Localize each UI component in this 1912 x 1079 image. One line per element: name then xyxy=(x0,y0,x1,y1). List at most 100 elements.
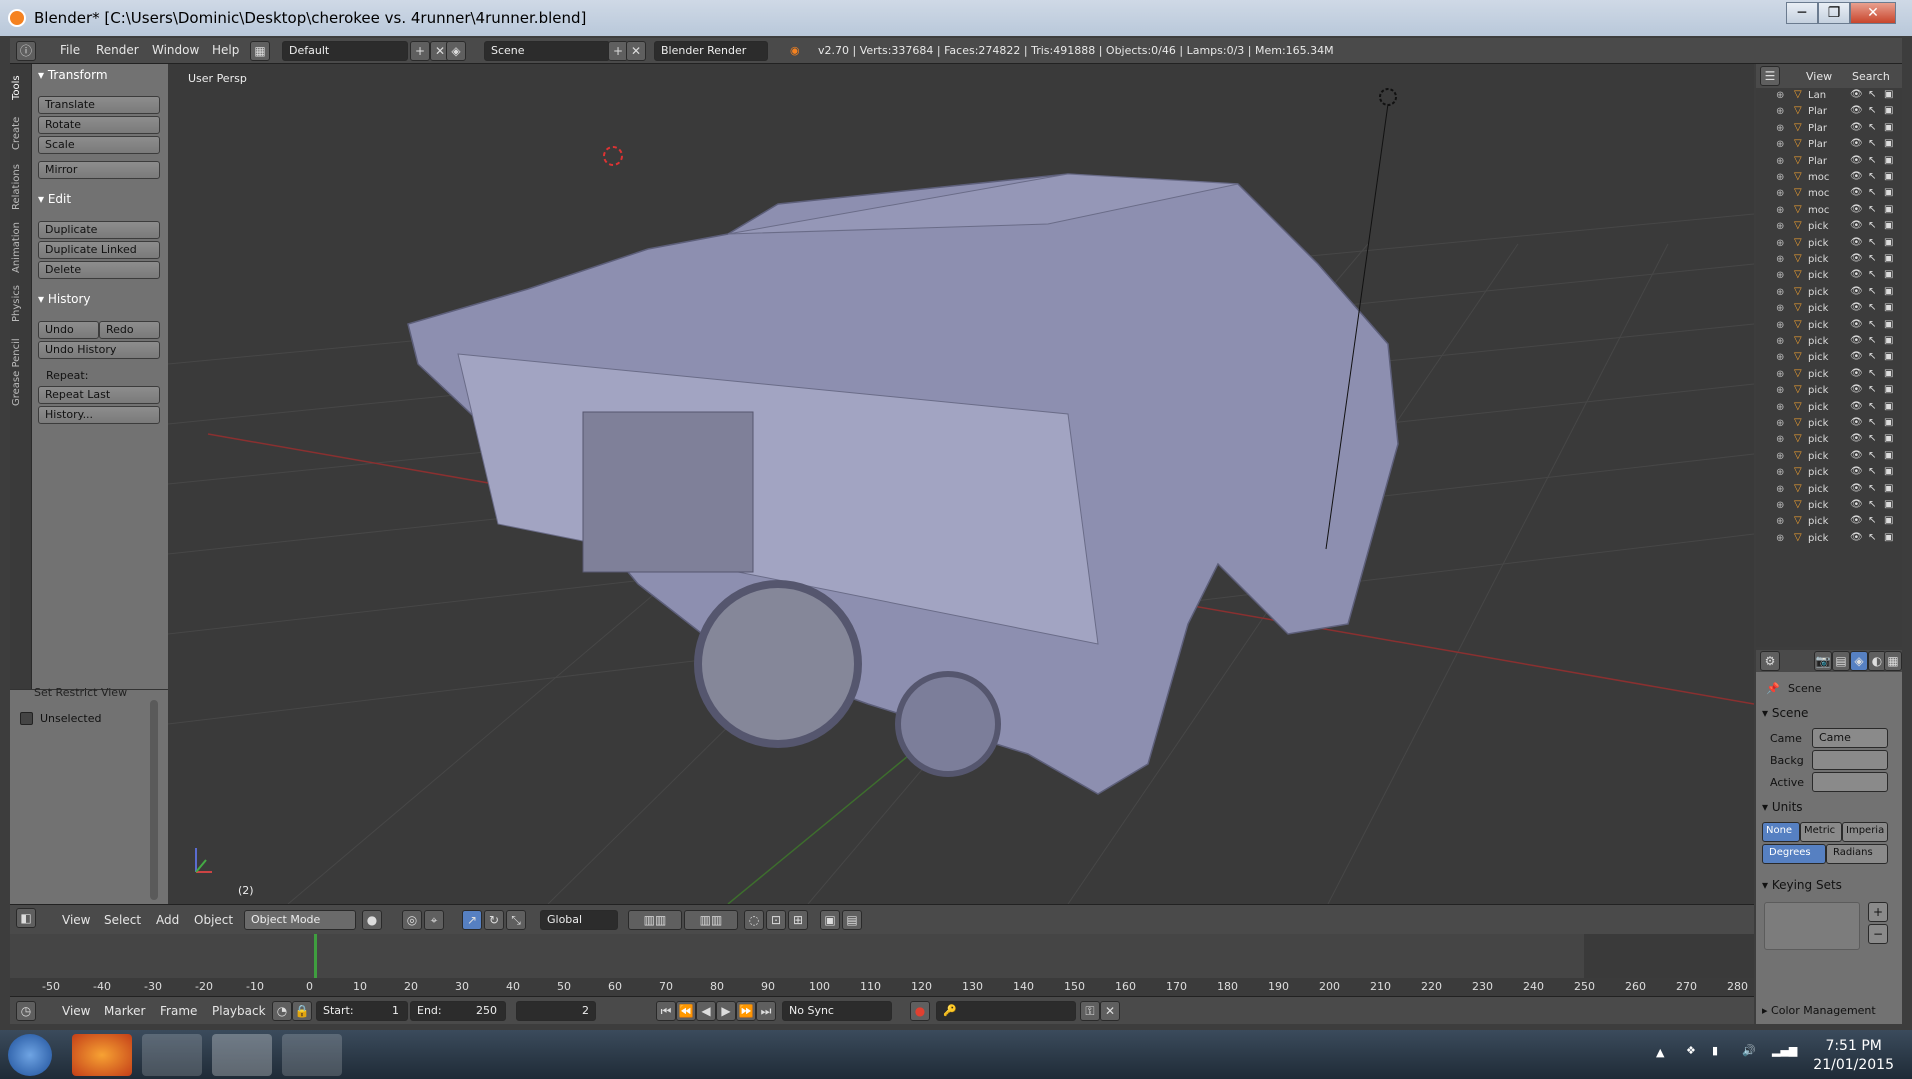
radians-toggle[interactable]: Radians xyxy=(1826,844,1888,864)
render-camera-icon[interactable]: ▣ xyxy=(1884,187,1893,198)
transform-panel-header[interactable]: ▾ Transform xyxy=(38,68,108,82)
visibility-eye-icon[interactable]: 👁 xyxy=(1850,368,1863,379)
blender-taskbar-icon[interactable] xyxy=(212,1034,272,1076)
rotate-manipulator-icon[interactable]: ↻ xyxy=(484,910,504,930)
visibility-eye-icon[interactable]: 👁 xyxy=(1850,187,1863,198)
tab-physics[interactable]: Physics xyxy=(11,282,31,326)
insert-keyframe-icon[interactable]: ⚿ xyxy=(1080,1001,1100,1021)
scene-field[interactable]: Scene xyxy=(484,41,610,61)
expand-icon[interactable]: ⊕ xyxy=(1776,385,1784,396)
prev-keyframe-icon[interactable]: ⏪ xyxy=(676,1001,696,1021)
expand-icon[interactable]: ⊕ xyxy=(1776,484,1784,495)
edit-panel-header[interactable]: ▾ Edit xyxy=(38,192,71,206)
restrict-view-header[interactable]: Set Restrict View xyxy=(34,686,127,699)
unit-imperial-toggle[interactable]: Imperia xyxy=(1842,822,1888,842)
proportional-edit-icon[interactable]: ◌ xyxy=(744,910,764,930)
lamp-icon[interactable] xyxy=(1379,88,1397,106)
render-camera-icon[interactable]: ▣ xyxy=(1884,450,1893,461)
orientation-select[interactable]: Global xyxy=(540,910,618,930)
outliner-editor-icon[interactable]: ☰ xyxy=(1760,66,1780,86)
expand-icon[interactable]: ⊕ xyxy=(1776,123,1784,134)
visibility-eye-icon[interactable]: 👁 xyxy=(1850,237,1863,248)
menu-file[interactable]: File xyxy=(60,43,80,57)
visibility-eye-icon[interactable]: 👁 xyxy=(1850,105,1863,116)
end-frame-field[interactable]: End: 250 xyxy=(410,1001,506,1021)
delete-button[interactable]: Delete xyxy=(38,261,160,279)
close-button[interactable]: ✕ xyxy=(1850,2,1896,24)
active-field[interactable] xyxy=(1812,772,1888,792)
select-arrow-icon[interactable]: ↖ xyxy=(1868,89,1876,100)
duplicate-linked-button[interactable]: Duplicate Linked xyxy=(38,241,160,259)
visibility-eye-icon[interactable]: 👁 xyxy=(1850,417,1863,428)
render-camera-icon[interactable]: ▣ xyxy=(1884,302,1893,313)
power-icon[interactable]: ▮ xyxy=(1712,1044,1718,1057)
properties-editor-icon[interactable]: ⚙ xyxy=(1760,651,1780,671)
render-camera-icon[interactable]: ▣ xyxy=(1884,253,1893,264)
select-arrow-icon[interactable]: ↖ xyxy=(1868,515,1876,526)
preview-range-icon[interactable]: ◔ xyxy=(272,1001,292,1021)
visibility-eye-icon[interactable]: 👁 xyxy=(1850,269,1863,280)
timeline-menu-frame[interactable]: Frame xyxy=(160,1004,197,1018)
current-frame-marker[interactable] xyxy=(314,934,317,978)
redo-button[interactable]: Redo xyxy=(99,321,160,339)
timeline-menu-marker[interactable]: Marker xyxy=(104,1004,145,1018)
expand-icon[interactable]: ⊕ xyxy=(1776,352,1784,363)
tab-animation[interactable]: Animation xyxy=(11,220,31,276)
render-animation-icon[interactable]: ▤ xyxy=(842,910,862,930)
translate-manipulator-icon[interactable]: ↗ xyxy=(462,910,482,930)
visibility-eye-icon[interactable]: 👁 xyxy=(1850,351,1863,362)
select-arrow-icon[interactable]: ↖ xyxy=(1868,302,1876,313)
rotate-button[interactable]: Rotate xyxy=(38,116,160,134)
sync-select[interactable]: No Sync xyxy=(782,1001,892,1021)
layers-tab-icon[interactable]: ▤ xyxy=(1832,651,1850,671)
expand-icon[interactable]: ⊕ xyxy=(1776,90,1784,101)
select-arrow-icon[interactable]: ↖ xyxy=(1868,384,1876,395)
visibility-eye-icon[interactable]: 👁 xyxy=(1850,466,1863,477)
unit-none-toggle[interactable]: None xyxy=(1762,822,1800,842)
render-camera-icon[interactable]: ▣ xyxy=(1884,269,1893,280)
layers-grid-a[interactable]: ▥▥ xyxy=(628,910,682,930)
visibility-eye-icon[interactable]: 👁 xyxy=(1850,155,1863,166)
select-arrow-icon[interactable]: ↖ xyxy=(1868,335,1876,346)
visibility-eye-icon[interactable]: 👁 xyxy=(1850,433,1863,444)
expand-icon[interactable]: ⊕ xyxy=(1776,467,1784,478)
select-arrow-icon[interactable]: ↖ xyxy=(1868,220,1876,231)
select-arrow-icon[interactable]: ↖ xyxy=(1868,155,1876,166)
render-camera-icon[interactable]: ▣ xyxy=(1884,204,1893,215)
render-camera-icon[interactable]: ▣ xyxy=(1884,515,1893,526)
record-icon[interactable]: ● xyxy=(910,1001,930,1021)
select-arrow-icon[interactable]: ↖ xyxy=(1868,138,1876,149)
current-frame-field[interactable]: 2 xyxy=(516,1001,596,1021)
menu-render[interactable]: Render xyxy=(96,43,139,57)
editor-type-icon[interactable]: ◧ xyxy=(16,908,36,928)
expand-icon[interactable]: ⊕ xyxy=(1776,369,1784,380)
repeat-last-button[interactable]: Repeat Last xyxy=(38,386,160,404)
visibility-eye-icon[interactable]: 👁 xyxy=(1850,89,1863,100)
expand-icon[interactable]: ⊕ xyxy=(1776,336,1784,347)
pin-icon[interactable]: 📌 xyxy=(1766,682,1780,695)
render-camera-icon[interactable]: ▣ xyxy=(1884,122,1893,133)
select-arrow-icon[interactable]: ↖ xyxy=(1868,253,1876,264)
lock-icon[interactable]: 🔒 xyxy=(292,1001,312,1021)
menu-help[interactable]: Help xyxy=(212,43,239,57)
play-reverse-icon[interactable]: ◀ xyxy=(696,1001,716,1021)
render-camera-icon[interactable]: ▣ xyxy=(1884,384,1893,395)
visibility-eye-icon[interactable]: 👁 xyxy=(1850,122,1863,133)
unselected-checkbox[interactable] xyxy=(20,712,33,725)
scene-icon[interactable]: ◈ xyxy=(446,41,466,61)
tab-relations[interactable]: Relations xyxy=(11,160,31,214)
select-arrow-icon[interactable]: ↖ xyxy=(1868,351,1876,362)
keying-set-field[interactable]: 🔑 xyxy=(936,1001,1076,1021)
degrees-toggle[interactable]: Degrees xyxy=(1762,844,1826,864)
select-arrow-icon[interactable]: ↖ xyxy=(1868,105,1876,116)
expand-icon[interactable]: ⊕ xyxy=(1776,500,1784,511)
add-scene-icon[interactable]: + xyxy=(608,41,628,61)
delete-keyframe-icon[interactable]: ✕ xyxy=(1100,1001,1120,1021)
expand-icon[interactable]: ⊕ xyxy=(1776,451,1784,462)
expand-icon[interactable]: ⊕ xyxy=(1776,402,1784,413)
timeline-editor-type-icon[interactable]: ◷ xyxy=(16,1001,36,1021)
visibility-eye-icon[interactable]: 👁 xyxy=(1850,532,1863,543)
expand-icon[interactable]: ⊕ xyxy=(1776,188,1784,199)
render-camera-icon[interactable]: ▣ xyxy=(1884,319,1893,330)
info-editor-type-icon[interactable]: ⓘ xyxy=(16,41,36,61)
